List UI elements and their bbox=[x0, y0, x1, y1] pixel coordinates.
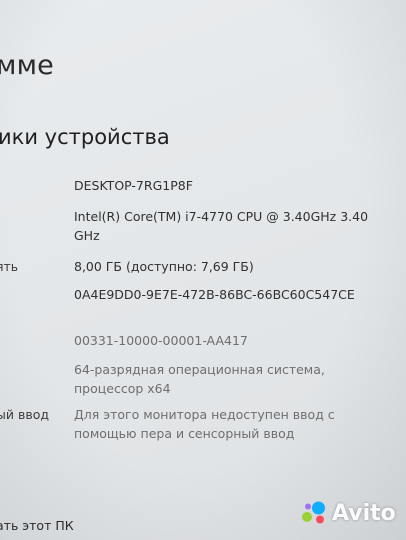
system-type-value: 64-разрядная операционная система, проце… bbox=[74, 362, 325, 396]
ram-label: ять bbox=[0, 259, 19, 274]
processor-value: Intel(R) Core(TM) i7-4770 CPU @ 3.40GHz … bbox=[74, 209, 369, 243]
rename-pc-link[interactable]: ать этот ПК bbox=[0, 518, 74, 533]
page-title: мме bbox=[0, 50, 54, 81]
pen-touch-label: ый ввод bbox=[0, 407, 49, 422]
device-id-value: 0A4E9DD0-9E7E-472B-86BC-66BC60C547CE bbox=[74, 287, 355, 302]
pen-touch-value: Для этого монитора недоступен ввод с пом… bbox=[74, 407, 335, 441]
device-name-value: DESKTOP-7RG1P8F bbox=[74, 178, 193, 193]
ram-value: 8,00 ГБ (доступно: 7,69 ГБ) bbox=[74, 259, 254, 274]
avito-watermark: Avito bbox=[301, 500, 396, 526]
product-id-value: 00331-10000-00001-AA417 bbox=[74, 333, 248, 348]
section-title-device-specs: ики устройства bbox=[0, 125, 170, 149]
avito-brand-text: Avito bbox=[332, 500, 396, 526]
avito-logo-icon bbox=[302, 501, 325, 524]
